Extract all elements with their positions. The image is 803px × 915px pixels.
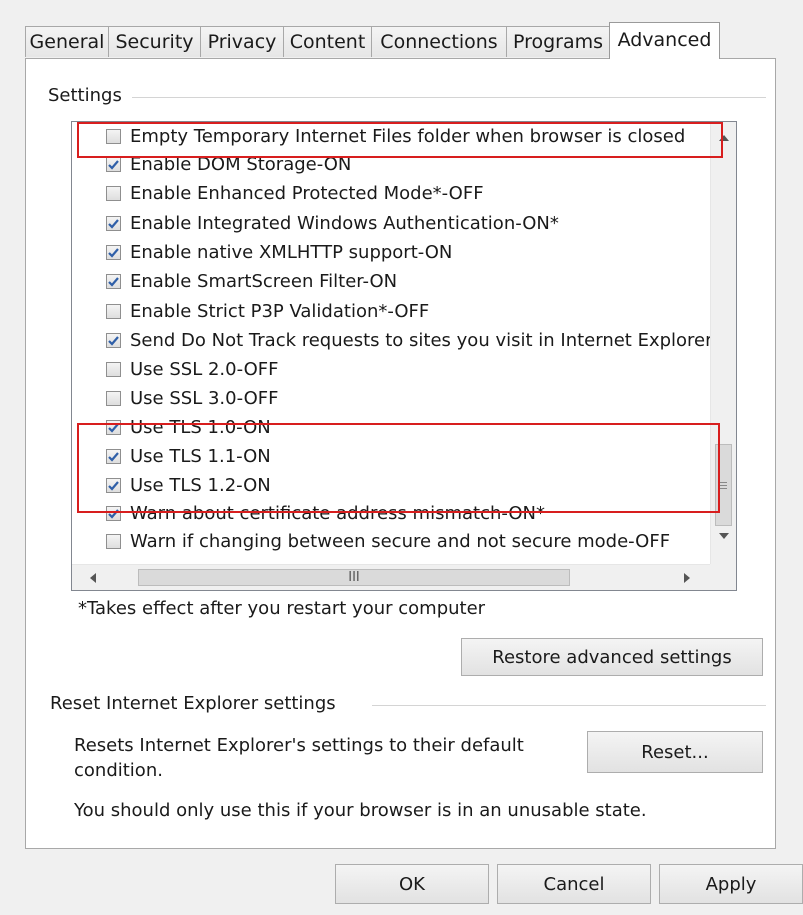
checkmark-icon <box>108 218 119 229</box>
reset-group-label: Reset Internet Explorer settings <box>50 693 346 714</box>
restore-advanced-settings-button[interactable]: Restore advanced settings <box>461 638 763 676</box>
setting-ssl-2[interactable]: Use SSL 2.0-OFF <box>106 355 278 384</box>
setting-label: Warn if changing between secure and not … <box>130 531 671 552</box>
checkmark-icon <box>108 422 119 433</box>
checkbox[interactable] <box>106 245 121 260</box>
scroll-left-button[interactable] <box>80 566 106 590</box>
checkmark-icon <box>108 480 119 491</box>
setting-native-xmlhttp[interactable]: Enable native XMLHTTP support-ON <box>106 238 452 267</box>
settings-list-viewport: Empty Temporary Internet Files folder wh… <box>72 122 712 564</box>
tab-strip: General Security Privacy Content Connect… <box>25 22 765 59</box>
triangle-up-icon <box>719 135 729 141</box>
setting-smartscreen-filter[interactable]: Enable SmartScreen Filter-ON <box>106 267 397 296</box>
setting-do-not-track[interactable]: Send Do Not Track requests to sites you … <box>106 326 712 355</box>
triangle-left-icon <box>90 573 96 583</box>
setting-label: Empty Temporary Internet Files folder wh… <box>130 126 686 147</box>
setting-label: Use SSL 2.0-OFF <box>130 359 279 380</box>
setting-label: Enable Enhanced Protected Mode*-OFF <box>130 183 484 204</box>
checkbox[interactable] <box>106 391 121 406</box>
reset-description-line2: condition. <box>74 760 163 781</box>
setting-label: Use TLS 1.1-ON <box>130 446 271 467</box>
checkmark-icon <box>108 335 119 346</box>
triangle-right-icon <box>684 573 690 583</box>
scroll-right-button[interactable] <box>674 566 700 590</box>
checkmark-icon <box>108 276 119 287</box>
setting-label: Enable DOM Storage-ON <box>130 154 352 175</box>
tab-content[interactable]: Content <box>283 26 372 57</box>
checkbox[interactable] <box>106 186 121 201</box>
unusable-state-warning: You should only use this if your browser… <box>74 800 647 821</box>
setting-dom-storage[interactable]: Enable DOM Storage-ON <box>106 150 351 179</box>
setting-ssl-3[interactable]: Use SSL 3.0-OFF <box>106 384 278 413</box>
scroll-thumb-grip: III <box>348 570 360 585</box>
setting-secure-mode-warning[interactable]: Warn if changing between secure and not … <box>106 527 670 556</box>
tab-connections[interactable]: Connections <box>371 26 507 57</box>
setting-label: Warn about certificate address mismatch-… <box>130 503 546 524</box>
checkbox[interactable] <box>106 129 121 144</box>
checkmark-icon <box>108 508 119 519</box>
settings-group-divider <box>130 97 766 98</box>
checkmark-icon <box>108 451 119 462</box>
setting-label: Enable SmartScreen Filter-ON <box>130 271 398 292</box>
checkmark-icon <box>108 247 119 258</box>
setting-label: Use TLS 1.2-ON <box>130 475 271 496</box>
checkmark-icon <box>108 159 119 170</box>
checkbox[interactable] <box>106 534 121 549</box>
settings-group-label: Settings <box>48 85 132 106</box>
setting-empty-temp-files[interactable]: Empty Temporary Internet Files folder wh… <box>106 122 685 151</box>
checkbox[interactable] <box>106 274 121 289</box>
vertical-scroll-thumb[interactable] <box>715 444 732 526</box>
vertical-scrollbar[interactable] <box>710 122 736 564</box>
setting-label: Enable Strict P3P Validation*-OFF <box>130 301 430 322</box>
checkbox[interactable] <box>106 216 121 231</box>
reset-group-divider <box>372 705 766 706</box>
setting-tls-1-0[interactable]: Use TLS 1.0-ON <box>106 413 271 442</box>
setting-enhanced-protected-mode[interactable]: Enable Enhanced Protected Mode*-OFF <box>106 179 484 208</box>
reset-button[interactable]: Reset... <box>587 731 763 773</box>
tab-general[interactable]: General <box>25 26 109 57</box>
scroll-up-button[interactable] <box>711 126 736 150</box>
tab-privacy[interactable]: Privacy <box>200 26 284 57</box>
setting-integrated-windows-auth[interactable]: Enable Integrated Windows Authentication… <box>106 209 559 238</box>
checkbox[interactable] <box>106 304 121 319</box>
tab-programs[interactable]: Programs <box>506 26 610 57</box>
horizontal-scrollbar[interactable]: III <box>72 564 712 590</box>
horizontal-scroll-thumb[interactable]: III <box>138 569 570 586</box>
apply-button[interactable]: Apply <box>659 864 803 904</box>
checkbox[interactable] <box>106 449 121 464</box>
tab-security[interactable]: Security <box>108 26 201 57</box>
setting-label: Use TLS 1.0-ON <box>130 417 271 438</box>
setting-cert-address-mismatch[interactable]: Warn about certificate address mismatch-… <box>106 499 545 528</box>
settings-list[interactable]: Empty Temporary Internet Files folder wh… <box>71 121 737 591</box>
setting-label: Enable native XMLHTTP support-ON <box>130 242 453 263</box>
setting-label: Use SSL 3.0-OFF <box>130 388 279 409</box>
checkbox[interactable] <box>106 362 121 377</box>
setting-tls-1-2[interactable]: Use TLS 1.2-ON <box>106 471 271 500</box>
setting-tls-1-1[interactable]: Use TLS 1.1-ON <box>106 442 271 471</box>
checkbox[interactable] <box>106 478 121 493</box>
setting-label: Send Do Not Track requests to sites you … <box>130 330 712 351</box>
tab-advanced[interactable]: Advanced <box>609 22 720 59</box>
triangle-down-icon <box>719 533 729 539</box>
reset-description-line1: Resets Internet Explorer's settings to t… <box>74 735 524 756</box>
ok-button[interactable]: OK <box>335 864 489 904</box>
setting-label: Enable Integrated Windows Authentication… <box>130 213 559 234</box>
scroll-down-button[interactable] <box>711 524 736 548</box>
advanced-tab-panel: Settings Empty Temporary Internet Files … <box>25 58 776 849</box>
scrollbar-corner <box>710 564 736 590</box>
checkbox[interactable] <box>106 420 121 435</box>
restart-note: *Takes effect after you restart your com… <box>78 598 486 619</box>
checkbox[interactable] <box>106 333 121 348</box>
cancel-button[interactable]: Cancel <box>497 864 651 904</box>
checkbox[interactable] <box>106 506 121 521</box>
checkbox[interactable] <box>106 157 121 172</box>
setting-strict-p3p[interactable]: Enable Strict P3P Validation*-OFF <box>106 297 429 326</box>
